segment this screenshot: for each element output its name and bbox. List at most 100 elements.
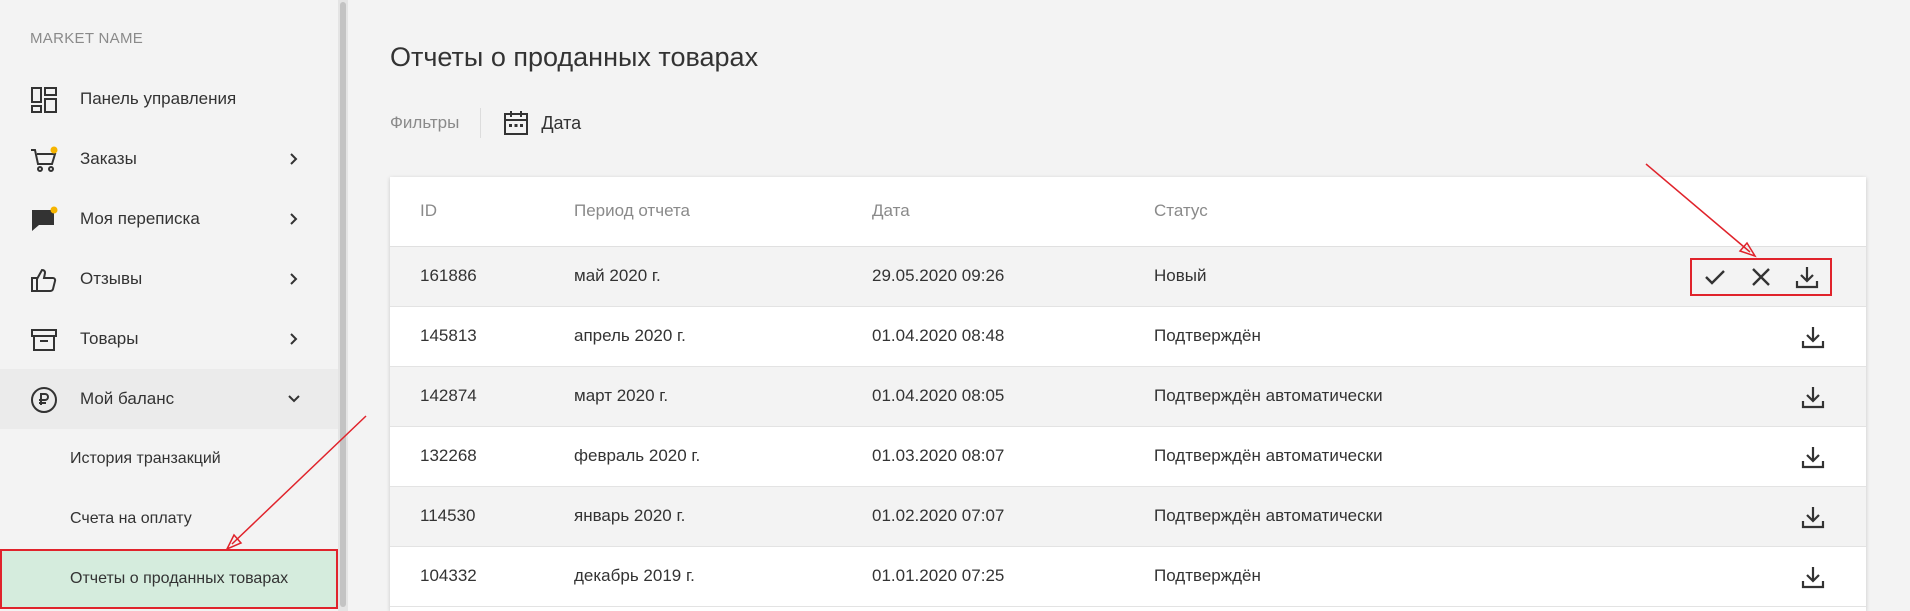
sidebar-item-label: Товары <box>80 329 139 348</box>
table-row: 161886 май 2020 г. 29.05.2020 09:26 Новы… <box>390 247 1866 307</box>
download-button[interactable] <box>1798 382 1828 412</box>
table-header: ID Период отчета Дата Статус <box>390 177 1866 247</box>
sidebar-scrollbar[interactable] <box>338 0 348 611</box>
table-row: 142874 март 2020 г. 01.04.2020 08:05 Под… <box>390 367 1866 427</box>
cell-period: март 2020 г. <box>574 386 669 405</box>
chevron-right-icon <box>290 153 298 165</box>
table-row: 114530 январь 2020 г. 01.02.2020 07:07 П… <box>390 487 1866 547</box>
sidebar-item-label: Моя переписка <box>80 209 200 228</box>
cell-period: май 2020 г. <box>574 266 661 285</box>
download-icon <box>1795 267 1819 289</box>
sidebar-item-dashboard[interactable]: Панель управления <box>0 69 338 129</box>
chat-icon <box>32 206 58 231</box>
cell-id: 142874 <box>420 386 477 405</box>
cell-id: 132268 <box>420 446 477 465</box>
cell-period: апрель 2020 г. <box>574 326 686 345</box>
chevron-right-icon <box>290 333 298 345</box>
chevron-down-icon <box>288 395 300 403</box>
calendar-icon <box>504 111 529 135</box>
download-button[interactable] <box>1792 262 1822 292</box>
chevron-right-icon <box>290 213 298 225</box>
cell-status: Новый <box>1154 266 1207 285</box>
reject-button[interactable] <box>1746 262 1776 292</box>
download-icon <box>1801 507 1825 529</box>
cell-period: декабрь 2019 г. <box>574 566 695 585</box>
notification-badge <box>50 146 58 154</box>
thumbs-up-icon <box>31 268 57 292</box>
download-button[interactable] <box>1798 442 1828 472</box>
download-button[interactable] <box>1798 322 1828 352</box>
chevron-right-icon <box>290 273 298 285</box>
cell-status: Подтверждён <box>1154 326 1261 345</box>
notification-badge <box>50 206 58 214</box>
download-button[interactable] <box>1798 502 1828 532</box>
column-header-period: Период отчета <box>574 201 691 220</box>
cell-period: февраль 2020 г. <box>574 446 701 465</box>
divider <box>480 108 482 138</box>
cell-date: 01.04.2020 08:05 <box>872 386 1005 405</box>
sidebar-item-reviews[interactable]: Отзывы <box>0 249 338 309</box>
cell-status: Подтверждён автоматически <box>1154 386 1383 405</box>
balance-icon <box>31 387 57 413</box>
scrollbar-thumb[interactable] <box>340 2 346 607</box>
sidebar-item-balance[interactable]: Мой баланс <box>0 369 338 429</box>
cell-id: 161886 <box>420 266 477 285</box>
sidebar: MARKET NAME Панель управления Заказы Моя… <box>0 0 338 611</box>
row-actions <box>1798 441 1828 473</box>
cell-date: 01.03.2020 08:07 <box>872 446 1005 465</box>
download-icon <box>1801 327 1825 349</box>
sidebar-item-orders[interactable]: Заказы <box>0 129 338 189</box>
box-icon <box>31 329 57 351</box>
confirm-button[interactable] <box>1700 262 1730 292</box>
download-icon <box>1801 447 1825 469</box>
sidebar-subitem-label: История транзакций <box>70 450 221 467</box>
row-actions <box>1798 321 1828 353</box>
sidebar-subitem-label: Счета на оплату <box>70 510 192 527</box>
row-actions <box>1798 381 1828 413</box>
dashboard-icon <box>31 87 57 113</box>
cell-date: 01.01.2020 07:25 <box>872 566 1005 585</box>
download-icon <box>1801 387 1825 409</box>
cell-id: 145813 <box>420 326 477 345</box>
sidebar-subitem-invoices[interactable]: Счета на оплату <box>0 489 338 549</box>
sidebar-item-label: Панель управления <box>80 89 237 108</box>
sidebar-item-label: Заказы <box>80 149 137 168</box>
sidebar-item-messages[interactable]: Моя переписка <box>0 189 338 249</box>
sidebar-item-label: Мой баланс <box>80 389 175 408</box>
filters-label: Фильтры <box>390 113 460 132</box>
cell-id: 114530 <box>420 506 476 525</box>
page-title: Отчеты о проданных товарах <box>390 42 759 72</box>
check-icon <box>1705 270 1725 285</box>
market-name: MARKET NAME <box>30 30 144 47</box>
download-button[interactable] <box>1798 562 1828 592</box>
row-actions <box>1690 258 1832 296</box>
sidebar-item-label: Отзывы <box>80 269 143 288</box>
download-icon <box>1801 567 1825 589</box>
cell-period: январь 2020 г. <box>574 506 686 525</box>
cart-icon <box>31 146 58 172</box>
cell-id: 104332 <box>420 566 477 585</box>
sidebar-subitem-transactions[interactable]: История транзакций <box>0 429 338 489</box>
cell-date: 01.04.2020 08:48 <box>872 326 1005 345</box>
cell-status: Подтверждён <box>1154 566 1261 585</box>
table-row: 132268 февраль 2020 г. 01.03.2020 08:07 … <box>390 427 1866 487</box>
date-filter-label: Дата <box>541 112 582 133</box>
column-header-date: Дата <box>872 201 910 220</box>
filters-bar: Фильтры Дата <box>390 108 581 138</box>
date-filter-button[interactable]: Дата <box>503 110 581 136</box>
column-header-id: ID <box>420 201 437 220</box>
cell-date: 29.05.2020 09:26 <box>872 266 1005 285</box>
row-actions <box>1798 501 1828 533</box>
reports-table: ID Период отчета Дата Статус 161886 май … <box>390 177 1866 611</box>
close-icon <box>1752 268 1770 286</box>
cell-status: Подтверждён автоматически <box>1154 446 1383 465</box>
cell-date: 01.02.2020 07:07 <box>872 506 1005 525</box>
column-header-status: Статус <box>1154 201 1208 220</box>
table-row: 145813 апрель 2020 г. 01.04.2020 08:48 П… <box>390 307 1866 367</box>
sidebar-subitem-sales-reports[interactable]: Отчеты о проданных товарах <box>0 549 338 609</box>
sidebar-item-products[interactable]: Товары <box>0 309 338 369</box>
cell-status: Подтверждён автоматически <box>1154 506 1383 525</box>
table-row: 104332 декабрь 2019 г. 01.01.2020 07:25 … <box>390 547 1866 607</box>
sidebar-subitem-label: Отчеты о проданных товарах <box>70 570 289 587</box>
row-actions <box>1798 561 1828 593</box>
